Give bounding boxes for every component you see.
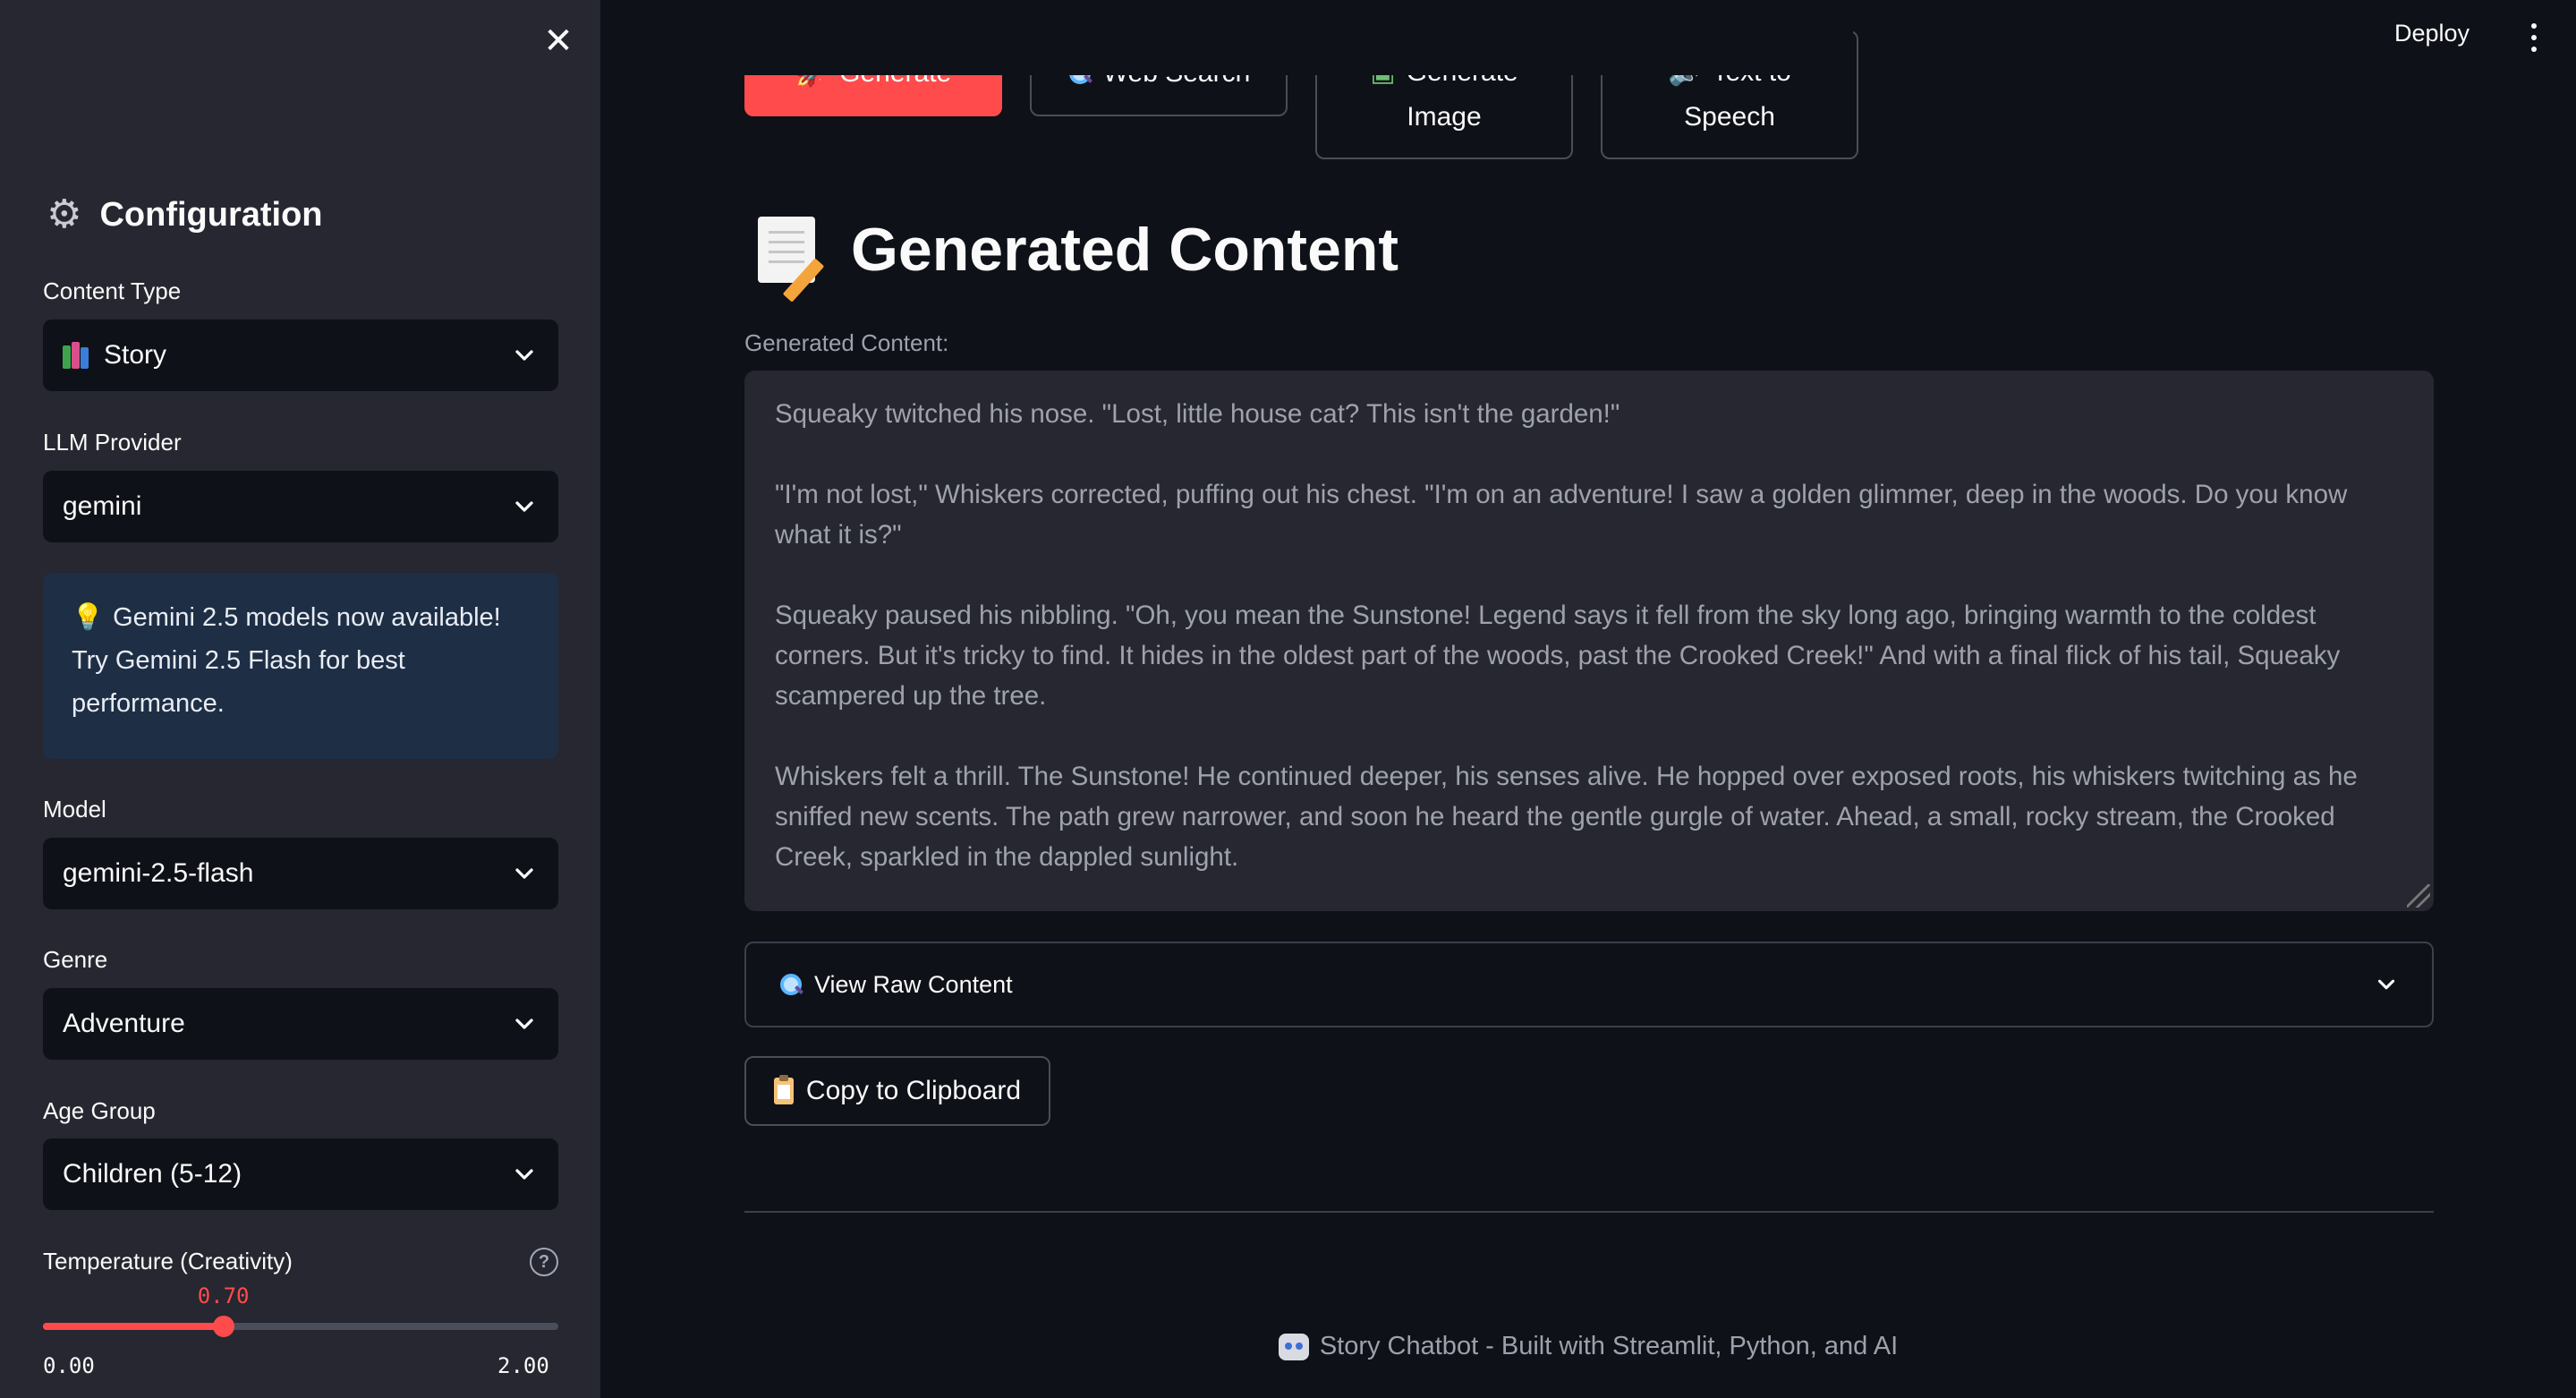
app: ✕ ⚙ Configuration Content Type Story LLM… [0,0,2576,1398]
sidebar-header: ⚙ Configuration [47,195,323,234]
temperature-slider[interactable] [43,1316,558,1337]
slider-fill [43,1323,224,1330]
generated-content-textarea[interactable]: Squeaky twitched his nose. "Lost, little… [744,371,2434,911]
llm-provider-value: gemini [63,491,142,521]
genre-value: Adventure [63,1009,185,1038]
content-type-select[interactable]: Story [43,320,558,391]
generate-image-label-2: Image [1407,102,1482,132]
robot-icon [1278,1333,1309,1360]
info-line-3: performance. [72,689,225,718]
content-type-label: Content Type [43,277,182,304]
paragraph: "I'm not lost," Whiskers corrected, puff… [775,480,2348,550]
divider [744,1211,2434,1213]
books-icon [63,342,91,369]
page-title: Generated Content [758,215,1399,303]
info-alert: 💡 Gemini 2.5 models now available! Try Ge… [43,573,558,759]
main-content: 🚀Generate Web Search ▣Generate Image 🔊Te… [600,0,2576,1398]
close-sidebar-button[interactable]: ✕ [535,18,582,64]
slider-thumb[interactable] [212,1316,234,1337]
view-raw-content-expander[interactable]: View Raw Content [744,942,2434,1027]
sidebar: ✕ ⚙ Configuration Content Type Story LLM… [0,0,600,1398]
page-title-text: Generated Content [851,216,1399,284]
copy-to-clipboard-button[interactable]: Copy to Clipboard [744,1056,1050,1126]
paragraph: Squeaky twitched his nose. "Lost, little… [775,399,1620,429]
slider-min-label: 0.00 [43,1353,95,1378]
info-line-1: Gemini 2.5 models now available! [113,603,501,632]
genre-select[interactable]: Adventure [43,988,558,1060]
llm-provider-select[interactable]: gemini [43,471,558,542]
genre-label: Genre [43,946,108,973]
age-group-label: Age Group [43,1097,156,1124]
paragraph: Squeaky paused his nibbling. "Oh, you me… [775,601,2341,711]
clipboard-icon [773,1075,794,1104]
paragraph: Whiskers felt a thrill. The Sunstone! He… [775,762,2358,872]
close-icon: ✕ [543,21,574,61]
lightbulb-icon: 💡 [72,603,105,632]
resize-handle[interactable] [2407,884,2430,908]
model-select[interactable]: gemini-2.5-flash [43,838,558,909]
temperature-label: Temperature (Creativity) [43,1248,293,1274]
generated-content-label: Generated Content: [744,329,949,356]
footer: Story Chatbot - Built with Streamlit, Py… [600,1332,2576,1361]
chevron-down-icon [515,1169,533,1180]
age-group-value: Children (5-12) [63,1159,242,1189]
sidebar-title: Configuration [99,195,323,234]
copy-label: Copy to Clipboard [805,1076,1022,1105]
info-line-2: Try Gemini 2.5 Flash for best [72,646,405,675]
content-type-value: Story [104,340,167,370]
chevron-down-icon [2377,979,2395,990]
chevron-down-icon [515,350,533,361]
model-value: gemini-2.5-flash [63,858,254,888]
footer-text: Story Chatbot - Built with Streamlit, Py… [1319,1332,1899,1360]
age-group-select[interactable]: Children (5-12) [43,1138,558,1210]
temperature-value: 0.70 [197,1283,250,1308]
gear-icon: ⚙ [47,192,82,236]
chevron-down-icon [515,1019,533,1029]
slider-max-label: 2.00 [497,1353,549,1378]
memo-icon [758,217,825,303]
magnifier-icon [778,972,803,997]
chevron-down-icon [515,868,533,879]
llm-provider-label: LLM Provider [43,429,182,456]
help-icon[interactable]: ? [530,1248,558,1276]
expander-label: View Raw Content [814,970,1013,998]
header-mask [600,0,1853,75]
model-label: Model [43,796,106,823]
chevron-down-icon [515,501,533,512]
text-to-speech-label-2: Speech [1684,102,1775,132]
